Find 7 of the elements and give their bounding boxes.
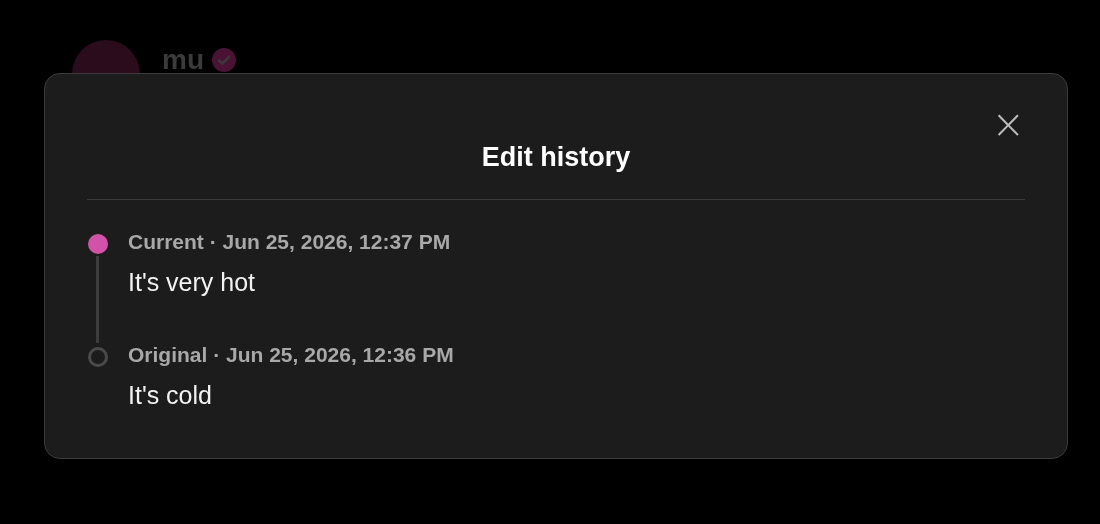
- version-meta: Current · Jun 25, 2026, 12:37 PM: [128, 230, 451, 254]
- version-text: It's cold: [128, 381, 213, 410]
- version-text: It's very hot: [128, 268, 257, 297]
- close-button[interactable]: ×: [987, 104, 1029, 144]
- dialog-title: Edit history: [481, 142, 631, 173]
- author-name: mu: [162, 44, 204, 76]
- version-meta: Original · Jun 25, 2026, 12:36 PM: [128, 343, 454, 367]
